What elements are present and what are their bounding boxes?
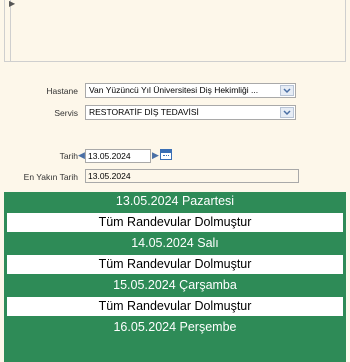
chevron-down-icon[interactable] (280, 107, 294, 118)
en-yakin-tarih-field: 13.05.2024 (85, 169, 299, 183)
tarih-label: Tarih (59, 151, 78, 161)
servis-label: Servis (54, 108, 78, 118)
tarih-input[interactable]: 13.05.2024 (85, 149, 151, 163)
day-header: 14.05.2024 Salı (131, 236, 219, 250)
day-header: 15.05.2024 Çarşamba (113, 278, 237, 292)
servis-select-value: RESTORATİF DİŞ TEDAVİSİ (89, 107, 199, 117)
day-header: 13.05.2024 Pazartesi (115, 194, 235, 208)
hastane-label: Hastane (46, 86, 78, 96)
day-header: 16.05.2024 Perşembe (113, 320, 237, 334)
previous-date-arrow-icon[interactable]: ◀ (78, 150, 85, 160)
hastane-select[interactable]: Van Yüzüncü Yıl Üniversitesi Diş Hekimli… (85, 83, 296, 98)
hastane-select-value: Van Yüzüncü Yıl Üniversitesi Diş Hekimli… (89, 85, 259, 95)
day-status[interactable]: Tüm Randevular Dolmuştur (6, 212, 344, 233)
calendar-icon[interactable] (160, 149, 172, 160)
next-date-arrow-icon[interactable]: ▶ (152, 150, 159, 160)
day-status[interactable]: Tüm Randevular Dolmuştur (6, 296, 344, 317)
top-panel-sidebar (4, 0, 11, 62)
chevron-down-icon[interactable] (280, 85, 294, 96)
expand-arrow-icon[interactable]: ▶ (9, 0, 15, 8)
servis-select[interactable]: RESTORATİF DİŞ TEDAVİSİ (85, 105, 296, 120)
en-yakin-tarih-label: En Yakın Tarih (23, 172, 78, 182)
day-status[interactable]: Tüm Randevular Dolmuştur (6, 254, 344, 275)
appointment-days-list: 13.05.2024 Pazartesi Tüm Randevular Dolm… (4, 192, 346, 362)
top-panel (4, 0, 346, 62)
